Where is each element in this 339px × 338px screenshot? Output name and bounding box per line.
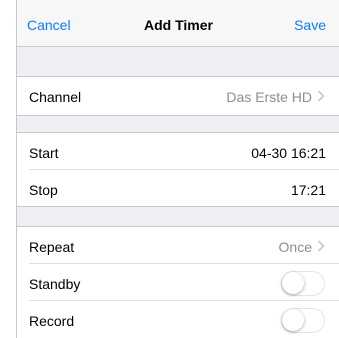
standby-label: Standby bbox=[29, 276, 81, 292]
record-row: Record bbox=[17, 301, 339, 338]
chevron-right-icon bbox=[317, 90, 325, 102]
channel-value: Das Erste HD bbox=[226, 89, 312, 105]
standby-row: Standby bbox=[17, 264, 339, 301]
repeat-label: Repeat bbox=[29, 239, 75, 255]
toggle-knob bbox=[282, 309, 304, 331]
record-toggle[interactable] bbox=[281, 308, 325, 333]
start-row[interactable]: Start 04-30 16:21 bbox=[17, 133, 339, 170]
stop-value: 17:21 bbox=[290, 182, 326, 198]
start-label: Start bbox=[29, 145, 59, 161]
save-button[interactable]: Save bbox=[294, 17, 326, 33]
toggle-knob bbox=[282, 272, 304, 294]
time-section: Start 04-30 16:21 Stop 17:21 bbox=[17, 132, 339, 207]
chevron-right-icon bbox=[317, 240, 325, 252]
add-timer-screen: Cancel Add Timer Save Channel Das Erste … bbox=[16, 0, 339, 338]
cancel-button[interactable]: Cancel bbox=[27, 17, 71, 33]
channel-row[interactable]: Channel Das Erste HD bbox=[17, 77, 339, 115]
channel-section: Channel Das Erste HD bbox=[17, 76, 339, 116]
standby-toggle[interactable] bbox=[281, 271, 325, 296]
repeat-value: Once bbox=[278, 239, 312, 255]
start-value: 04-30 16:21 bbox=[251, 145, 326, 161]
repeat-row[interactable]: Repeat Once bbox=[17, 227, 339, 264]
stop-label: Stop bbox=[29, 182, 58, 198]
stop-row[interactable]: Stop 17:21 bbox=[17, 170, 339, 207]
navigation-bar: Cancel Add Timer Save bbox=[17, 0, 339, 47]
record-label: Record bbox=[29, 313, 75, 329]
channel-label: Channel bbox=[29, 89, 82, 105]
options-section: Repeat Once Standby Record bbox=[17, 226, 339, 338]
